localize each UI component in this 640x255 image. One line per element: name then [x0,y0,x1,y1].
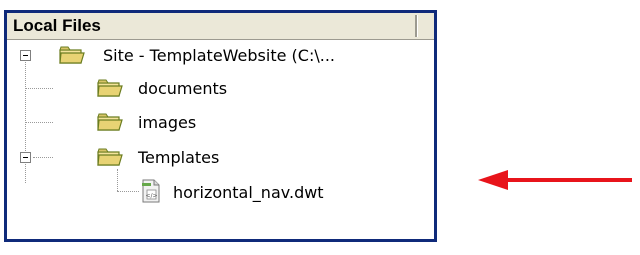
collapse-toggle-templates[interactable] [20,152,31,163]
panel-header: Local Files [7,13,434,40]
tree-connector-line [25,59,26,183]
folder-icon [97,78,123,98]
tree-item-label: images [138,112,197,132]
arrow-head [478,170,508,190]
file-tree: Site - TemplateWebsite (C:\... documents… [7,39,434,239]
template-file-icon: </> [141,179,161,203]
tree-item-horizontal-nav-dwt[interactable]: horizontal_nav.dwt [173,178,324,206]
tree-item-images[interactable]: images [138,108,196,136]
tree-item-templates[interactable]: Templates [138,143,219,171]
arrow-shaft [507,178,632,182]
tree-item-label: horizontal_nav.dwt [173,182,324,202]
tree-connector-line [25,88,53,89]
folder-icon [97,112,123,132]
panel-title: Local Files [13,16,101,35]
tree-connector-line [117,169,118,191]
tree-item-site-root[interactable]: Site - TemplateWebsite (C:\... [103,41,335,69]
local-files-panel: Local Files Site - TemplateWebsite (C:\.… [4,10,437,242]
folder-icon [59,45,85,65]
tree-connector-line [117,191,139,192]
collapse-toggle-root[interactable] [20,50,31,61]
tree-item-label: Templates [138,147,220,167]
header-column-divider[interactable] [415,15,418,37]
folder-icon [97,147,123,167]
tree-item-documents[interactable]: documents [138,74,227,102]
tree-connector-line [33,157,53,158]
tree-connector-line [25,122,53,123]
svg-text:</>: </> [145,193,157,200]
tree-item-label: Site - TemplateWebsite (C:\... [103,45,335,65]
tree-item-label: documents [138,78,228,98]
